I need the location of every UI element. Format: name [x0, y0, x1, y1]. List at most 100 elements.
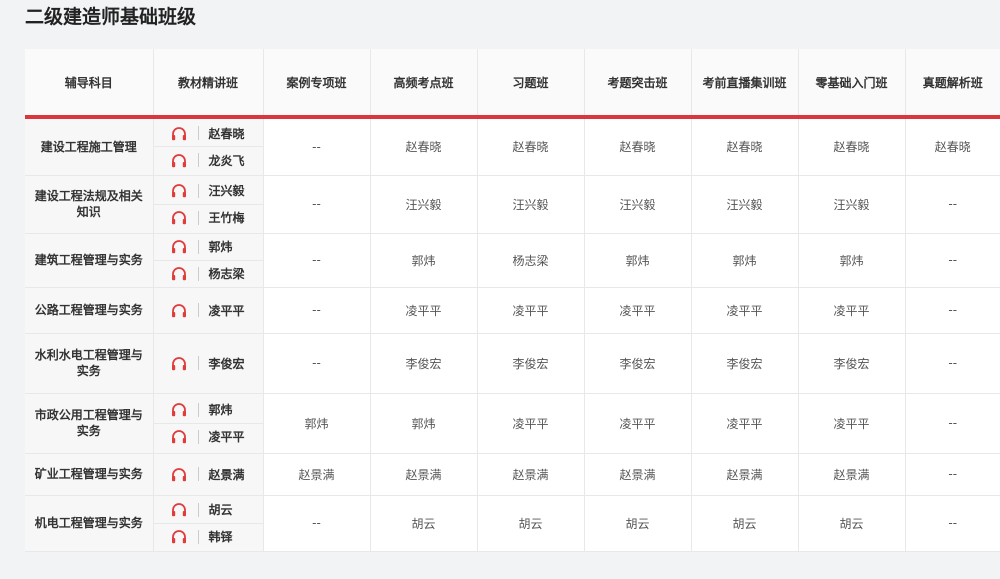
audio-lecture-link[interactable]: 龙炎飞	[153, 146, 263, 173]
headphone-icon	[170, 429, 188, 445]
table-body: 建设工程施工管理 赵春晓 龙炎飞 -- 赵春晓 赵春晓 赵春晓 赵春晓 赵春晓 赵春晓 建设工程法规…	[25, 117, 1000, 552]
divider	[197, 266, 199, 281]
headphone-icon	[170, 302, 188, 318]
teacher-cell: --	[905, 393, 1000, 454]
headphone-icon	[170, 502, 188, 518]
lecturer-name: 赵春晓	[208, 126, 245, 141]
lecturer-cell: 赵春晓龙炎飞	[153, 117, 264, 176]
teacher-cell: 郭炜	[370, 233, 478, 288]
class-table: 辅导科目 教材精讲班 案例专项班 高频考点班 习题班 考题突击班 考前直播集训班…	[25, 49, 1000, 552]
teacher-cell: 凌平平	[691, 287, 799, 334]
divider	[197, 356, 199, 370]
lecturer-name: 汪兴毅	[208, 184, 245, 198]
teacher-cell: 凌平平	[691, 393, 799, 454]
lecturer-name: 赵景满	[208, 467, 245, 482]
teacher-cell: 郭炜	[798, 233, 906, 288]
table-row: 水利水电工程管理与实务 李俊宏 -- 李俊宏 李俊宏 李俊宏 李俊宏 李俊宏 --	[25, 333, 1000, 394]
teacher-cell: 汪兴毅	[584, 175, 692, 234]
teacher-cell: 赵景满	[477, 453, 585, 496]
table-row: 建设工程法规及相关知识 汪兴毅 王竹梅 -- 汪兴毅 汪兴毅 汪兴毅 汪兴毅 汪兴毅 --	[25, 175, 1000, 234]
headphone-icon	[170, 266, 188, 282]
teacher-cell: --	[905, 175, 1000, 234]
audio-lecture-link[interactable]: 杨志梁	[153, 259, 263, 287]
headphone-icon	[170, 466, 188, 482]
subject-cell: 建设工程法规及相关知识	[25, 175, 154, 234]
teacher-cell: 赵春晓	[691, 117, 799, 176]
column-header: 习题班	[477, 49, 585, 119]
headphone-icon	[170, 210, 188, 226]
lecturer-name: 李俊宏	[208, 356, 245, 371]
column-header: 辅导科目	[25, 49, 154, 119]
audio-lecture-link[interactable]: 王竹梅	[153, 203, 263, 231]
lecturer-name: 凌平平	[208, 303, 245, 318]
table-row: 矿业工程管理与实务 赵景满 赵景满 赵景满 赵景满 赵景满 赵景满 赵景满 --	[25, 453, 1000, 496]
teacher-cell: 赵春晓	[370, 117, 478, 176]
subject-cell: 公路工程管理与实务	[25, 287, 154, 334]
teacher-cell: 赵春晓	[798, 117, 906, 176]
teacher-cell: 李俊宏	[370, 333, 478, 394]
teacher-cell: 李俊宏	[691, 333, 799, 394]
teacher-cell: --	[905, 333, 1000, 394]
teacher-cell: --	[263, 287, 371, 334]
audio-lecture-link[interactable]: 李俊宏	[154, 350, 263, 376]
teacher-cell: 赵景满	[691, 453, 799, 496]
teacher-cell: 汪兴毅	[477, 175, 585, 234]
audio-lecture-link[interactable]: 郭炜	[154, 397, 263, 423]
divider	[197, 529, 199, 544]
lecturer-name: 韩铎	[208, 530, 233, 544]
headphone-icon	[170, 355, 188, 371]
lecturer-cell: 胡云 韩铎	[153, 495, 264, 552]
table-header-row: 辅导科目 教材精讲班 案例专项班 高频考点班 习题班 考题突击班 考前直播集训班…	[25, 49, 1000, 119]
divider	[197, 303, 199, 317]
divider	[197, 429, 199, 444]
headphone-icon	[170, 529, 188, 545]
column-header: 真题解析班	[905, 49, 1000, 119]
audio-lecture-link[interactable]: 胡云	[154, 497, 263, 523]
teacher-cell: 赵景满	[798, 453, 906, 496]
class-table-container: 辅导科目 教材精讲班 案例专项班 高频考点班 习题班 考题突击班 考前直播集训班…	[25, 49, 1000, 552]
lecturer-name: 郭炜	[208, 240, 233, 254]
teacher-cell: --	[905, 495, 1000, 552]
lecturer-cell: 李俊宏	[153, 333, 264, 394]
teacher-cell: 胡云	[798, 495, 906, 552]
teacher-cell: 凌平平	[584, 393, 692, 454]
teacher-cell: 汪兴毅	[691, 175, 799, 234]
audio-lecture-link[interactable]: 韩铎	[153, 522, 263, 550]
audio-lecture-link[interactable]: 凌平平	[154, 297, 263, 323]
teacher-cell: --	[263, 495, 371, 552]
lecturer-name: 胡云	[208, 503, 233, 517]
audio-lecture-link[interactable]: 赵景满	[154, 461, 263, 487]
headphone-icon	[170, 239, 188, 255]
lecturer-name: 王竹梅	[208, 211, 245, 225]
lecturer-cell: 郭炜 凌平平	[153, 393, 264, 454]
column-header: 案例专项班	[263, 49, 371, 119]
audio-lecture-link[interactable]: 郭炜	[154, 234, 263, 260]
teacher-cell: 凌平平	[798, 287, 906, 334]
page-title: 二级建造师基础班级	[25, 6, 197, 28]
lecturer-name: 郭炜	[208, 403, 233, 417]
subject-cell: 建设工程施工管理	[25, 117, 154, 176]
teacher-cell: 赵春晓	[905, 117, 1000, 176]
lecturer-cell: 赵景满	[153, 453, 264, 496]
table-row: 公路工程管理与实务 凌平平 -- 凌平平 凌平平 凌平平 凌平平 凌平平 --	[25, 287, 1000, 334]
teacher-cell: --	[905, 233, 1000, 288]
teacher-cell: 赵景满	[263, 453, 371, 496]
table-row: 机电工程管理与实务 胡云 韩铎 -- 胡云 胡云 胡云 胡云 胡云 --	[25, 495, 1000, 552]
table-row: 市政公用工程管理与实务 郭炜 凌平平 郭炜 郭炜 凌平平 凌平平 凌平平 凌平平 --	[25, 393, 1000, 454]
subject-cell: 水利水电工程管理与实务	[25, 333, 154, 394]
column-header: 考题突击班	[584, 49, 692, 119]
audio-lecture-link[interactable]: 赵春晓	[154, 120, 263, 146]
lecturer-name: 凌平平	[208, 430, 245, 444]
table-row: 建筑工程管理与实务 郭炜 杨志梁 -- 郭炜 杨志梁 郭炜 郭炜 郭炜 --	[25, 233, 1000, 288]
teacher-cell: 赵春晓	[584, 117, 692, 176]
audio-lecture-link[interactable]: 汪兴毅	[154, 178, 263, 204]
column-header: 高频考点班	[370, 49, 478, 119]
teacher-cell: 郭炜	[263, 393, 371, 454]
teacher-cell: 胡云	[691, 495, 799, 552]
divider	[197, 502, 199, 517]
audio-lecture-link[interactable]: 凌平平	[153, 422, 263, 450]
divider	[197, 183, 199, 198]
divider	[197, 153, 199, 168]
subject-cell: 市政公用工程管理与实务	[25, 393, 154, 454]
teacher-cell: 凌平平	[798, 393, 906, 454]
